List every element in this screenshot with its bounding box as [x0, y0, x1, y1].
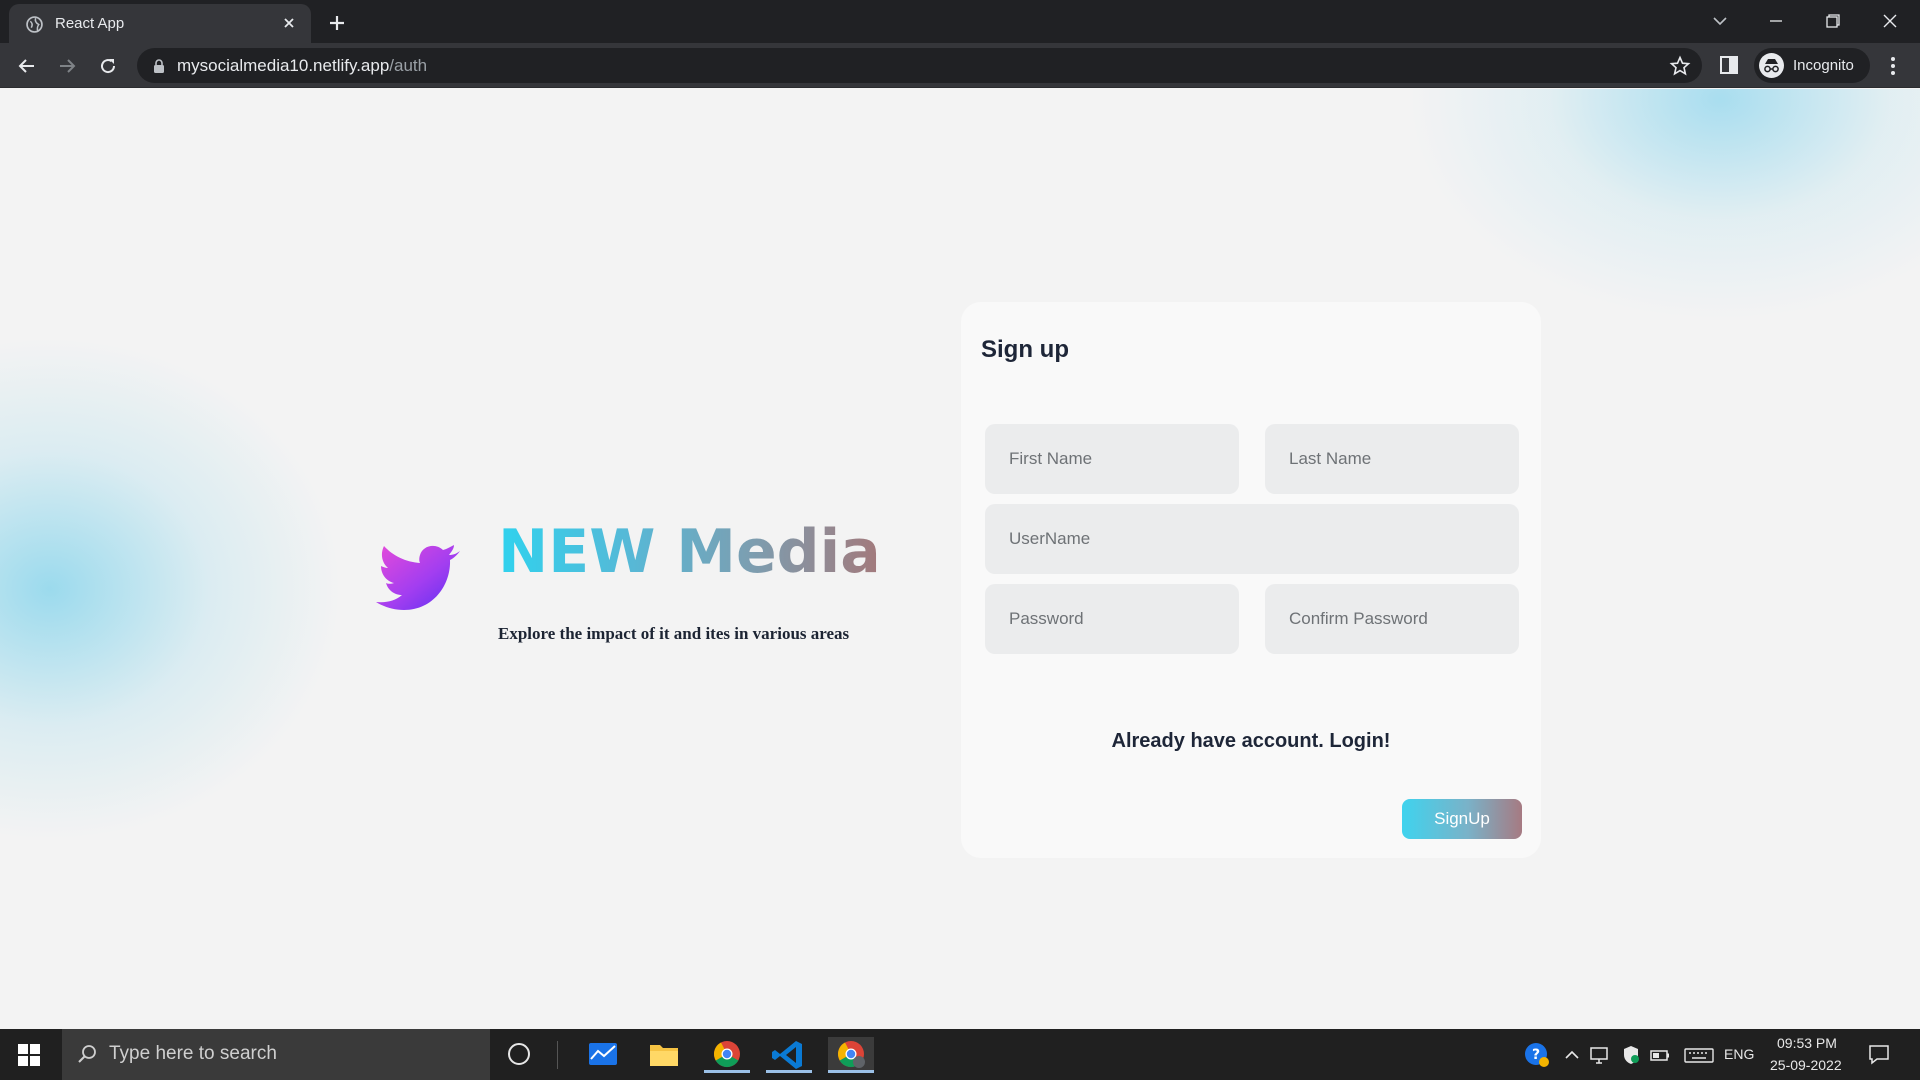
browser-tab-strip: React App	[0, 0, 1920, 43]
restore-icon[interactable]	[1818, 8, 1846, 34]
battery-icon[interactable]	[1649, 1044, 1671, 1066]
windows-taskbar: Type here to search ? ENG 09:53 PM 25-09…	[0, 1029, 1920, 1080]
url-path: /auth	[389, 56, 428, 75]
auth-page: NEW Media Explore the impact of it and i…	[0, 89, 1920, 1029]
confirm-password-field[interactable]	[1265, 584, 1519, 654]
url-text[interactable]: mysocialmedia10.netlify.app/auth	[177, 56, 427, 76]
clock-date[interactable]: 25-09-2022	[1770, 1057, 1842, 1073]
app-open-indicator	[828, 1070, 874, 1073]
lock-icon[interactable]	[153, 59, 165, 73]
svg-text:?: ?	[1532, 1047, 1540, 1063]
language-indicator[interactable]: ENG	[1724, 1046, 1754, 1062]
search-icon	[78, 1045, 96, 1063]
last-name-field[interactable]	[1265, 424, 1519, 494]
signup-card: Sign up Already have account. Login! Sig…	[961, 302, 1541, 858]
windows-start-icon[interactable]	[18, 1044, 40, 1066]
password-field[interactable]	[985, 584, 1239, 654]
vscode-icon	[772, 1041, 802, 1069]
help-icon[interactable]: ?	[1524, 1042, 1550, 1068]
taskbar-search-box[interactable]: Type here to search	[62, 1029, 490, 1080]
app-open-indicator	[704, 1070, 750, 1073]
signup-button[interactable]: SignUp	[1402, 799, 1522, 839]
cortana-icon[interactable]	[508, 1043, 530, 1065]
browser-toolbar: mysocialmedia10.netlify.app/auth Incogni…	[0, 43, 1920, 88]
clock-time[interactable]: 09:53 PM	[1777, 1035, 1837, 1051]
notifications-icon[interactable]	[1868, 1043, 1890, 1065]
minimize-icon[interactable]	[1762, 8, 1790, 34]
first-name-field[interactable]	[985, 424, 1239, 494]
signup-title: Sign up	[981, 336, 1069, 363]
tab-search-chevron-icon[interactable]	[1706, 8, 1734, 34]
file-mail-icon	[589, 1043, 617, 1065]
chrome-incognito-icon	[837, 1041, 865, 1068]
chrome-icon	[713, 1041, 740, 1068]
new-tab-icon[interactable]	[325, 11, 349, 35]
url-host: mysocialmedia10.netlify.app	[177, 56, 390, 75]
tab-title: React App	[55, 15, 125, 32]
incognito-icon	[1759, 53, 1784, 78]
reload-icon[interactable]	[96, 54, 120, 78]
app-open-indicator	[766, 1070, 812, 1073]
taskbar-search-placeholder: Type here to search	[109, 1043, 277, 1064]
bookmark-star-icon[interactable]	[1669, 55, 1691, 77]
close-window-icon[interactable]	[1876, 8, 1904, 34]
taskbar-app-chrome-incognito[interactable]	[828, 1037, 874, 1073]
bird-icon	[376, 545, 460, 610]
forward-icon[interactable]	[55, 54, 79, 78]
network-icon[interactable]	[1588, 1044, 1610, 1066]
brand-name: NEW Media	[498, 517, 881, 587]
taskbar-app-vscode[interactable]	[766, 1037, 812, 1073]
incognito-profile-button[interactable]: Incognito	[1754, 48, 1870, 83]
incognito-label: Incognito	[1793, 57, 1854, 74]
taskbar-app-chrome[interactable]	[704, 1037, 750, 1073]
security-shield-icon[interactable]	[1620, 1044, 1642, 1066]
back-icon[interactable]	[15, 54, 39, 78]
taskbar-app-mail[interactable]	[580, 1037, 626, 1073]
background-blur-blob-right	[1410, 89, 1920, 319]
taskbar-divider	[557, 1041, 558, 1069]
address-bar[interactable]: mysocialmedia10.netlify.app/auth	[137, 48, 1702, 83]
login-link[interactable]: Already have account. Login!	[961, 730, 1541, 753]
more-menu-icon[interactable]	[1882, 54, 1904, 78]
chevron-up-icon[interactable]	[1561, 1044, 1583, 1066]
side-panel-icon[interactable]	[1718, 54, 1740, 76]
keyboard-icon[interactable]	[1684, 1044, 1714, 1066]
background-blur-blob-left	[0, 339, 340, 839]
close-tab-icon[interactable]	[281, 15, 297, 31]
brand-tagline: Explore the impact of it and ites in var…	[498, 624, 850, 643]
file-explorer-icon	[650, 1045, 678, 1066]
browser-tab[interactable]: React App	[9, 4, 311, 43]
username-field[interactable]	[985, 504, 1519, 574]
globe-icon	[26, 16, 43, 33]
taskbar-app-file-explorer[interactable]	[641, 1037, 687, 1073]
